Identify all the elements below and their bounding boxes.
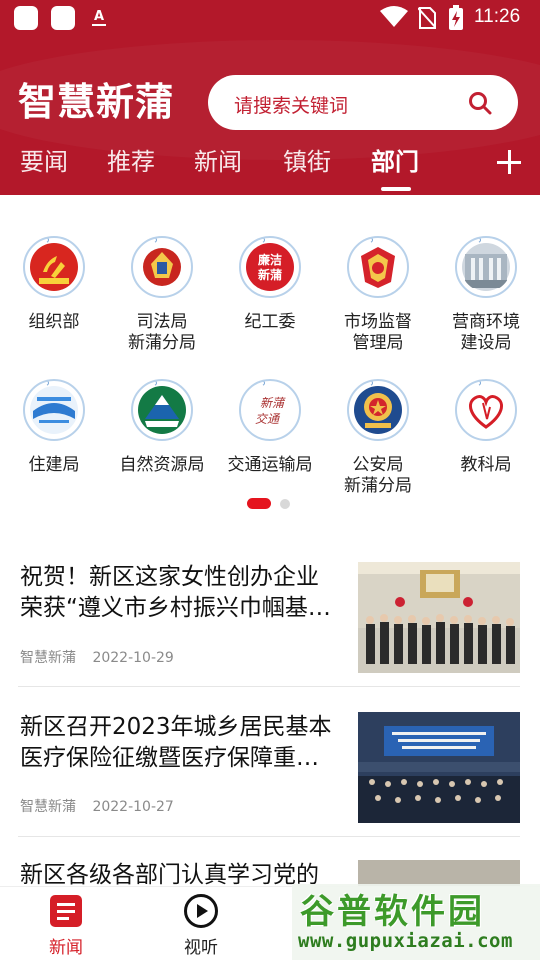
news-thumbnail xyxy=(358,712,520,823)
app-screen: A 11:26 智慧新蒲 请搜索关键词 要闻 推荐 新闻 镇街 部门 组织部 司… xyxy=(0,0,540,960)
dept-item-yingshanghuanjing[interactable]: 营商环境 建设局 xyxy=(432,230,540,354)
nav-label: 视听 xyxy=(184,938,218,958)
police-emblem-icon xyxy=(347,379,409,441)
news-item[interactable]: 新区召开2023年城乡居民基本医疗保险征缴暨医疗保障重… 智慧新蒲 2022-1… xyxy=(20,712,520,824)
page-dot-active[interactable] xyxy=(247,498,271,509)
page-dot[interactable] xyxy=(280,499,290,509)
watermark: 谷普软件园 www.gupuxiazai.com xyxy=(292,884,540,960)
news-item[interactable]: 祝贺！新区这家女性创办企业荣获“遵义市乡村振兴巾帼基… 智慧新蒲 2022-10… xyxy=(20,562,520,674)
app-title: 智慧新蒲 xyxy=(18,79,175,124)
svg-text:交通: 交通 xyxy=(255,412,281,426)
tab-zhenjie[interactable]: 镇街 xyxy=(283,144,331,180)
dept-item-ziranziyuanju[interactable]: 自然资源局 xyxy=(108,373,216,476)
search-placeholder: 请搜索关键词 xyxy=(234,95,349,117)
dept-item-zhujianju[interactable]: 住建局 xyxy=(0,373,108,476)
dept-name: 司法局 新蒲分局 xyxy=(128,312,196,353)
dept-name: 自然资源局 xyxy=(119,455,205,475)
no-sim-icon xyxy=(418,7,436,29)
svg-text:新蒲: 新蒲 xyxy=(260,396,286,410)
svg-text:新蒲: 新蒲 xyxy=(258,267,282,282)
news-date: 2022-10-27 xyxy=(92,799,174,815)
tab-bumen[interactable]: 部门 xyxy=(371,144,419,180)
xinpu-jiaotong-calligraphy-icon: 新蒲交通 xyxy=(239,379,301,441)
active-tab-indicator xyxy=(381,187,411,191)
header: A 11:26 智慧新蒲 请搜索关键词 要闻 推荐 新闻 镇街 部门 xyxy=(0,0,540,195)
dept-item-jigongwei[interactable]: 廉洁 新蒲 纪工委 xyxy=(216,230,324,333)
education-heart-icon xyxy=(455,379,517,441)
divider xyxy=(18,836,520,837)
dept-name: 组织部 xyxy=(28,312,80,332)
dept-name: 营商环境 建设局 xyxy=(452,312,520,353)
nav-media[interactable]: 视听 xyxy=(153,887,249,960)
search-icon[interactable] xyxy=(468,91,492,115)
font-a-icon: A xyxy=(90,8,108,26)
clock-time: 11:26 xyxy=(474,6,521,27)
news-source: 智慧新蒲 xyxy=(20,650,76,666)
dept-item-gonganju[interactable]: 公安局 新蒲分局 xyxy=(324,373,432,497)
channel-tabs: 要闻 推荐 新闻 镇街 部门 xyxy=(0,144,540,194)
dept-item-jiaokeju[interactable]: 教科局 xyxy=(432,373,540,476)
news-source: 智慧新蒲 xyxy=(20,799,76,815)
nav-news[interactable]: 新闻 xyxy=(18,887,114,960)
housing-construction-logo-icon xyxy=(23,379,85,441)
notification-icon xyxy=(14,6,38,30)
dept-name: 公安局 新蒲分局 xyxy=(344,455,412,496)
nav-label: 新闻 xyxy=(49,938,83,958)
justice-emblem-icon xyxy=(131,236,193,298)
news-date: 2022-10-29 xyxy=(92,650,174,666)
news-meta: 智慧新蒲 2022-10-27 xyxy=(20,796,174,816)
natural-resources-emblem-icon xyxy=(131,379,193,441)
battery-charging-icon xyxy=(449,5,463,30)
news-title: 祝贺！新区这家女性创办企业荣获“遵义市乡村振兴巾帼基… xyxy=(20,564,331,621)
add-channel-icon[interactable] xyxy=(497,150,521,174)
dept-name: 纪工委 xyxy=(244,312,296,332)
department-grid: 组织部 司法局 新蒲分局 廉洁 新蒲 纪工委 市场监督 管理局 营商环境 建设局… xyxy=(0,230,540,500)
notification-icon xyxy=(51,6,75,30)
dept-item-zuzhibu[interactable]: 组织部 xyxy=(0,230,108,333)
news-title: 新区召开2023年城乡居民基本医疗保险征缴暨医疗保障重… xyxy=(20,714,332,771)
dept-name: 市场监督 管理局 xyxy=(344,312,412,353)
building-photo-icon xyxy=(455,236,517,298)
tab-xinwen[interactable]: 新闻 xyxy=(194,144,242,180)
search-bar[interactable]: 请搜索关键词 xyxy=(208,75,518,130)
dept-item-shichangjianduguanliju[interactable]: 市场监督 管理局 xyxy=(324,230,432,354)
tab-yaowen[interactable]: 要闻 xyxy=(20,144,68,180)
market-supervision-emblem-icon xyxy=(347,236,409,298)
wifi-icon xyxy=(380,6,408,27)
watermark-text: 谷普软件园 xyxy=(300,892,485,932)
lianjie-xinpu-icon: 廉洁 新蒲 xyxy=(239,236,301,298)
dept-name: 住建局 xyxy=(28,455,80,475)
news-meta: 智慧新蒲 2022-10-29 xyxy=(20,647,174,667)
news-list-icon xyxy=(50,895,82,927)
divider xyxy=(18,686,520,687)
watermark-url: www.gupuxiazai.com xyxy=(298,930,513,952)
dept-item-sifaju[interactable]: 司法局 新蒲分局 xyxy=(108,230,216,354)
tab-tuijian[interactable]: 推荐 xyxy=(107,144,155,180)
status-bar: A 11:26 xyxy=(0,0,540,36)
news-thumbnail xyxy=(358,562,520,673)
play-circle-icon xyxy=(184,894,218,928)
dept-name: 交通运输局 xyxy=(227,455,313,475)
dept-name: 教科局 xyxy=(460,455,512,475)
party-emblem-icon xyxy=(23,236,85,298)
dept-item-jiaotongyunshuju[interactable]: 新蒲交通 交通运输局 xyxy=(216,373,324,476)
svg-text:廉洁: 廉洁 xyxy=(258,252,282,267)
